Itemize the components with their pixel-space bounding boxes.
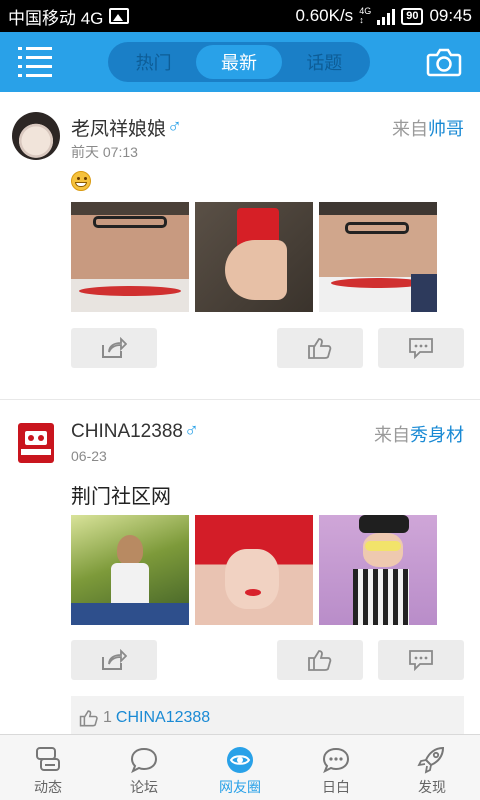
comment-icon (409, 338, 433, 359)
liker-name[interactable]: CHINA12388 (116, 709, 210, 727)
comment-button[interactable] (378, 328, 464, 368)
male-icon: ♂ (183, 420, 199, 442)
post-source: 来自秀身材 (374, 425, 464, 445)
post-text: 荆门社区网 (71, 486, 171, 508)
feed-icon (36, 747, 60, 771)
carrier-text: 中国移动 4G (8, 8, 104, 28)
photo-grid (71, 202, 437, 312)
share-icon (102, 337, 127, 358)
share-button[interactable] (71, 328, 157, 368)
nav-label: 动态 (34, 779, 62, 795)
post-card: 老凤祥娘娘 ♂ 前天 07:13 来自帅哥 (0, 92, 480, 400)
topic-link[interactable]: 帅哥 (428, 119, 464, 139)
share-icon (102, 649, 127, 670)
status-bar: 中国移动 4G 0.60K/s 4G ↕ 90 09:45 (0, 0, 480, 32)
post-time: 前天 07:13 (71, 144, 138, 160)
tab-hot[interactable]: 热门 (111, 45, 196, 79)
signal-icon (377, 7, 396, 25)
rocket-icon (417, 746, 445, 774)
photo-thumbnail[interactable] (319, 515, 437, 625)
network-type-icon: 4G ↕ (359, 6, 372, 25)
post-card: CHINA12388 ♂ 06-23 来自秀身材 荆门社区网 1 CHINA12… (0, 400, 480, 734)
post-actions (71, 640, 464, 680)
forum-icon (130, 747, 158, 774)
avatar[interactable] (12, 419, 60, 467)
photo-thumbnail[interactable] (319, 202, 437, 312)
chat-icon (322, 747, 350, 774)
camera-icon[interactable] (426, 47, 462, 77)
comment-icon (409, 650, 433, 671)
eye-icon (227, 747, 253, 773)
feed-list[interactable]: 老凤祥娘娘 ♂ 前天 07:13 来自帅哥 CHINA12388 ♂ 06-23… (0, 92, 480, 734)
tab-topics[interactable]: 话题 (282, 45, 367, 79)
bottom-nav: 动态 论坛 网友圈 日白 发现 (0, 734, 480, 800)
username[interactable]: CHINA12388 (71, 421, 183, 443)
like-button[interactable] (277, 640, 363, 680)
feed-tab-switcher: 热门 最新 话题 (108, 42, 370, 82)
nav-friends-circle[interactable]: 网友圈 (192, 735, 288, 800)
menu-icon[interactable] (18, 47, 52, 77)
photo-thumbnail[interactable] (195, 202, 313, 312)
thumbs-up-icon (79, 710, 98, 727)
nav-chat[interactable]: 日白 (288, 735, 384, 800)
nav-label: 论坛 (130, 779, 158, 795)
clock: 09:45 (429, 6, 472, 25)
nav-forum[interactable]: 论坛 (96, 735, 192, 800)
post-author[interactable]: 老凤祥娘娘 ♂ (71, 114, 182, 141)
photo-thumbnail[interactable] (71, 202, 189, 312)
nav-label: 发现 (418, 779, 446, 795)
like-count: 1 (103, 709, 112, 726)
nav-discover[interactable]: 发现 (384, 735, 480, 800)
thumbs-up-icon (308, 650, 332, 671)
grinning-emoji-icon (71, 171, 91, 191)
photo-thumbnail[interactable] (195, 515, 313, 625)
battery-icon: 90 (401, 7, 424, 25)
post-actions (71, 328, 464, 368)
nav-label: 网友圈 (219, 779, 261, 795)
avatar[interactable] (12, 112, 60, 160)
photo-thumbnail[interactable] (71, 515, 189, 625)
likes-summary: 1 CHINA12388 (71, 696, 464, 734)
network-speed: 0.60K/s (295, 6, 354, 25)
post-time: 06-23 (71, 448, 107, 464)
post-author[interactable]: CHINA12388 ♂ (71, 420, 199, 443)
post-source: 来自帅哥 (392, 119, 464, 139)
photo-grid (71, 515, 437, 625)
nav-label: 日白 (322, 779, 350, 795)
username[interactable]: 老凤祥娘娘 (71, 114, 166, 141)
nav-feed[interactable]: 动态 (0, 735, 96, 800)
male-icon: ♂ (167, 116, 183, 138)
comment-button[interactable] (378, 640, 464, 680)
image-notification-icon (109, 8, 130, 24)
share-button[interactable] (71, 640, 157, 680)
like-button[interactable] (277, 328, 363, 368)
tab-latest[interactable]: 最新 (196, 45, 282, 79)
thumbs-up-icon (308, 338, 332, 359)
app-header: 热门 最新 话题 (0, 32, 480, 92)
topic-link[interactable]: 秀身材 (410, 425, 464, 445)
